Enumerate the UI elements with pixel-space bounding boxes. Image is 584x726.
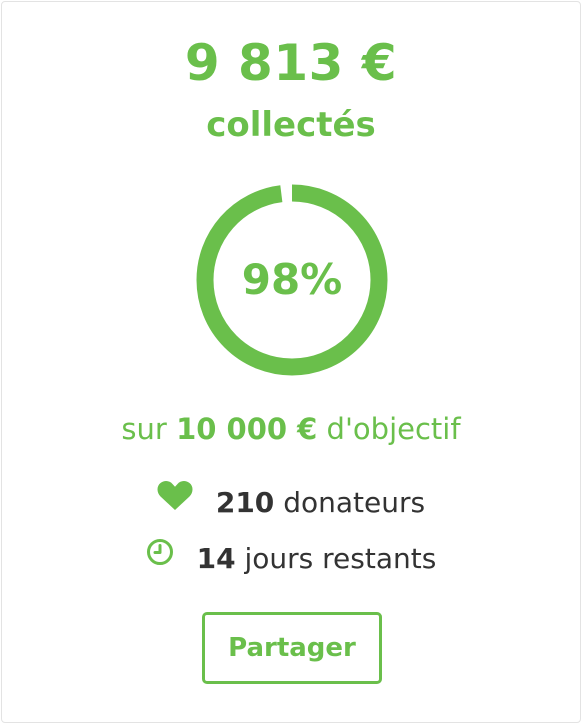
progress-ring: 98% <box>194 182 390 378</box>
heart-icon <box>157 480 193 522</box>
progress-percent: 98% <box>241 255 343 304</box>
days-label: jours restants <box>244 542 437 575</box>
donors-label: donateurs <box>283 486 426 519</box>
goal-amount: 10 000 € <box>176 412 318 446</box>
campaign-card: 9 813 € collectés 98% sur 10 000 € d'obj… <box>1 1 581 723</box>
donors-count: 210 <box>215 486 275 519</box>
amount-collected-label: collectés <box>206 105 376 145</box>
goal-suffix: d'objectif <box>326 412 461 446</box>
days-count: 14 <box>196 542 236 575</box>
clock-icon <box>146 537 174 577</box>
share-button[interactable]: Partager <box>202 612 382 684</box>
amount-collected: 9 813 € <box>184 34 398 92</box>
donors-stat: 210 donateurs <box>2 480 580 525</box>
days-remaining-stat: 14 jours restants <box>2 539 580 580</box>
goal-prefix: sur <box>121 412 167 446</box>
goal-text: sur 10 000 € d'objectif <box>2 409 580 449</box>
